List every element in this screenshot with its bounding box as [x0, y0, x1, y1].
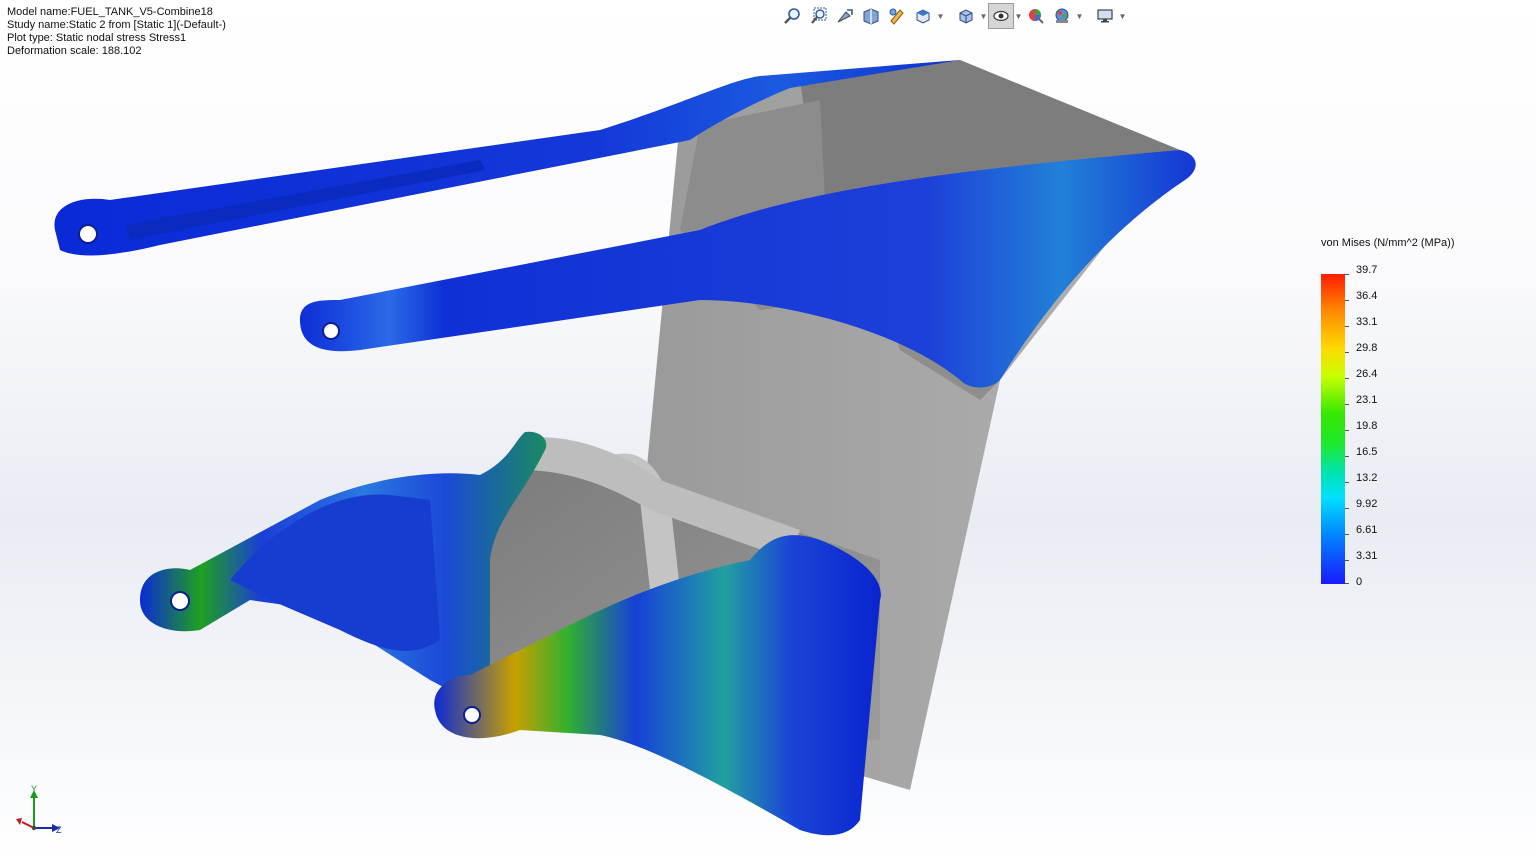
view-settings-dropdown[interactable]: ▼ — [1118, 3, 1127, 29]
dynamic-annotation-icon — [889, 8, 904, 25]
hide-show-items-dropdown[interactable]: ▼ — [1014, 3, 1023, 29]
legend-tick — [1345, 300, 1349, 301]
monitor-icon — [1097, 9, 1113, 23]
lower-left-arm-hole — [170, 591, 190, 611]
heads-up-view-toolbar: ▼ ▼ ▼ ▼ ▼ — [780, 3, 1127, 29]
previous-view-button[interactable] — [832, 3, 858, 29]
zoom-to-area-button[interactable] — [806, 3, 832, 29]
hide-show-items-icon — [993, 10, 1009, 22]
dynamic-annotation-button[interactable] — [884, 3, 910, 29]
x-axis-arrow — [16, 818, 22, 825]
apply-scene-button[interactable] — [1049, 3, 1075, 29]
stress-legend[interactable]: von Mises (N/mm^2 (MPa)) 39.7 36.4 33.1 … — [1320, 236, 1470, 596]
model-name: Model name:FUEL_TANK_V5-Combine18 — [7, 6, 213, 18]
fea-model-render[interactable] — [0, 0, 1536, 864]
legend-tick — [1345, 508, 1349, 509]
zoom-to-area-icon — [811, 7, 827, 24]
legend-label: 16.5 — [1356, 446, 1378, 458]
legend-tick — [1345, 326, 1349, 327]
legend-title: von Mises (N/mm^2 (MPa)) — [1321, 237, 1455, 249]
section-view-button[interactable] — [858, 3, 884, 29]
display-style-dropdown[interactable]: ▼ — [979, 3, 988, 29]
view-orientation-icon — [916, 9, 930, 24]
legend-label: 33.1 — [1356, 316, 1378, 328]
legend-tick — [1345, 352, 1349, 353]
view-settings-button[interactable] — [1092, 3, 1118, 29]
upper-left-arm-hole — [78, 224, 98, 244]
legend-tick — [1345, 404, 1349, 405]
deformation-scale: Deformation scale: 188.102 — [7, 45, 142, 57]
section-view-icon — [863, 8, 879, 25]
lower-right-arm-hole — [463, 706, 481, 724]
legend-label: 36.4 — [1356, 290, 1378, 302]
legend-tick — [1345, 378, 1349, 379]
study-info: Model name:FUEL_TANK_V5-Combine18 Study … — [7, 6, 226, 58]
coordinate-triad: Y Z — [16, 784, 62, 835]
graphics-viewport[interactable]: Model name:FUEL_TANK_V5-Combine18 Study … — [0, 0, 1536, 864]
edit-appearance-button[interactable] — [1023, 3, 1049, 29]
view-orientation-button[interactable] — [910, 3, 936, 29]
zoom-to-fit-button[interactable] — [780, 3, 806, 29]
display-style-icon — [959, 9, 973, 24]
apply-scene-icon — [1055, 8, 1069, 23]
legend-tick — [1345, 560, 1349, 561]
legend-label: 19.8 — [1356, 420, 1378, 432]
legend-label: 26.4 — [1356, 368, 1378, 380]
legend-label: 3.31 — [1356, 550, 1378, 562]
upper-right-arm-hole — [322, 322, 340, 340]
view-orientation-dropdown[interactable]: ▼ — [936, 3, 945, 29]
legend-tick — [1345, 583, 1349, 584]
legend-tick — [1345, 456, 1349, 457]
legend-label: 6.61 — [1356, 524, 1378, 536]
legend-color-bar — [1321, 274, 1345, 584]
legend-label: 13.2 — [1356, 472, 1378, 484]
triad-origin — [31, 825, 37, 831]
legend-label: 23.1 — [1356, 394, 1378, 406]
zoom-to-fit-icon — [784, 8, 800, 24]
hide-show-items-button[interactable] — [988, 3, 1014, 29]
legend-label: 39.7 — [1356, 264, 1378, 276]
z-axis-label: Z — [56, 825, 62, 835]
legend-tick — [1345, 482, 1349, 483]
edit-appearance-icon — [1029, 9, 1044, 24]
legend-tick — [1345, 430, 1349, 431]
study-name: Study name:Static 2 from [Static 1](-Def… — [7, 19, 226, 31]
plot-type: Plot type: Static nodal stress Stress1 — [7, 32, 187, 44]
display-style-button[interactable] — [953, 3, 979, 29]
legend-tick — [1345, 274, 1349, 275]
apply-scene-dropdown[interactable]: ▼ — [1075, 3, 1084, 29]
legend-label: 29.8 — [1356, 342, 1378, 354]
previous-view-icon — [837, 9, 853, 23]
legend-tick — [1345, 534, 1349, 535]
legend-label: 0 — [1356, 576, 1363, 588]
legend-label: 9.92 — [1356, 498, 1378, 510]
lower-left-arm-web — [230, 494, 440, 651]
y-axis-label: Y — [31, 784, 37, 794]
